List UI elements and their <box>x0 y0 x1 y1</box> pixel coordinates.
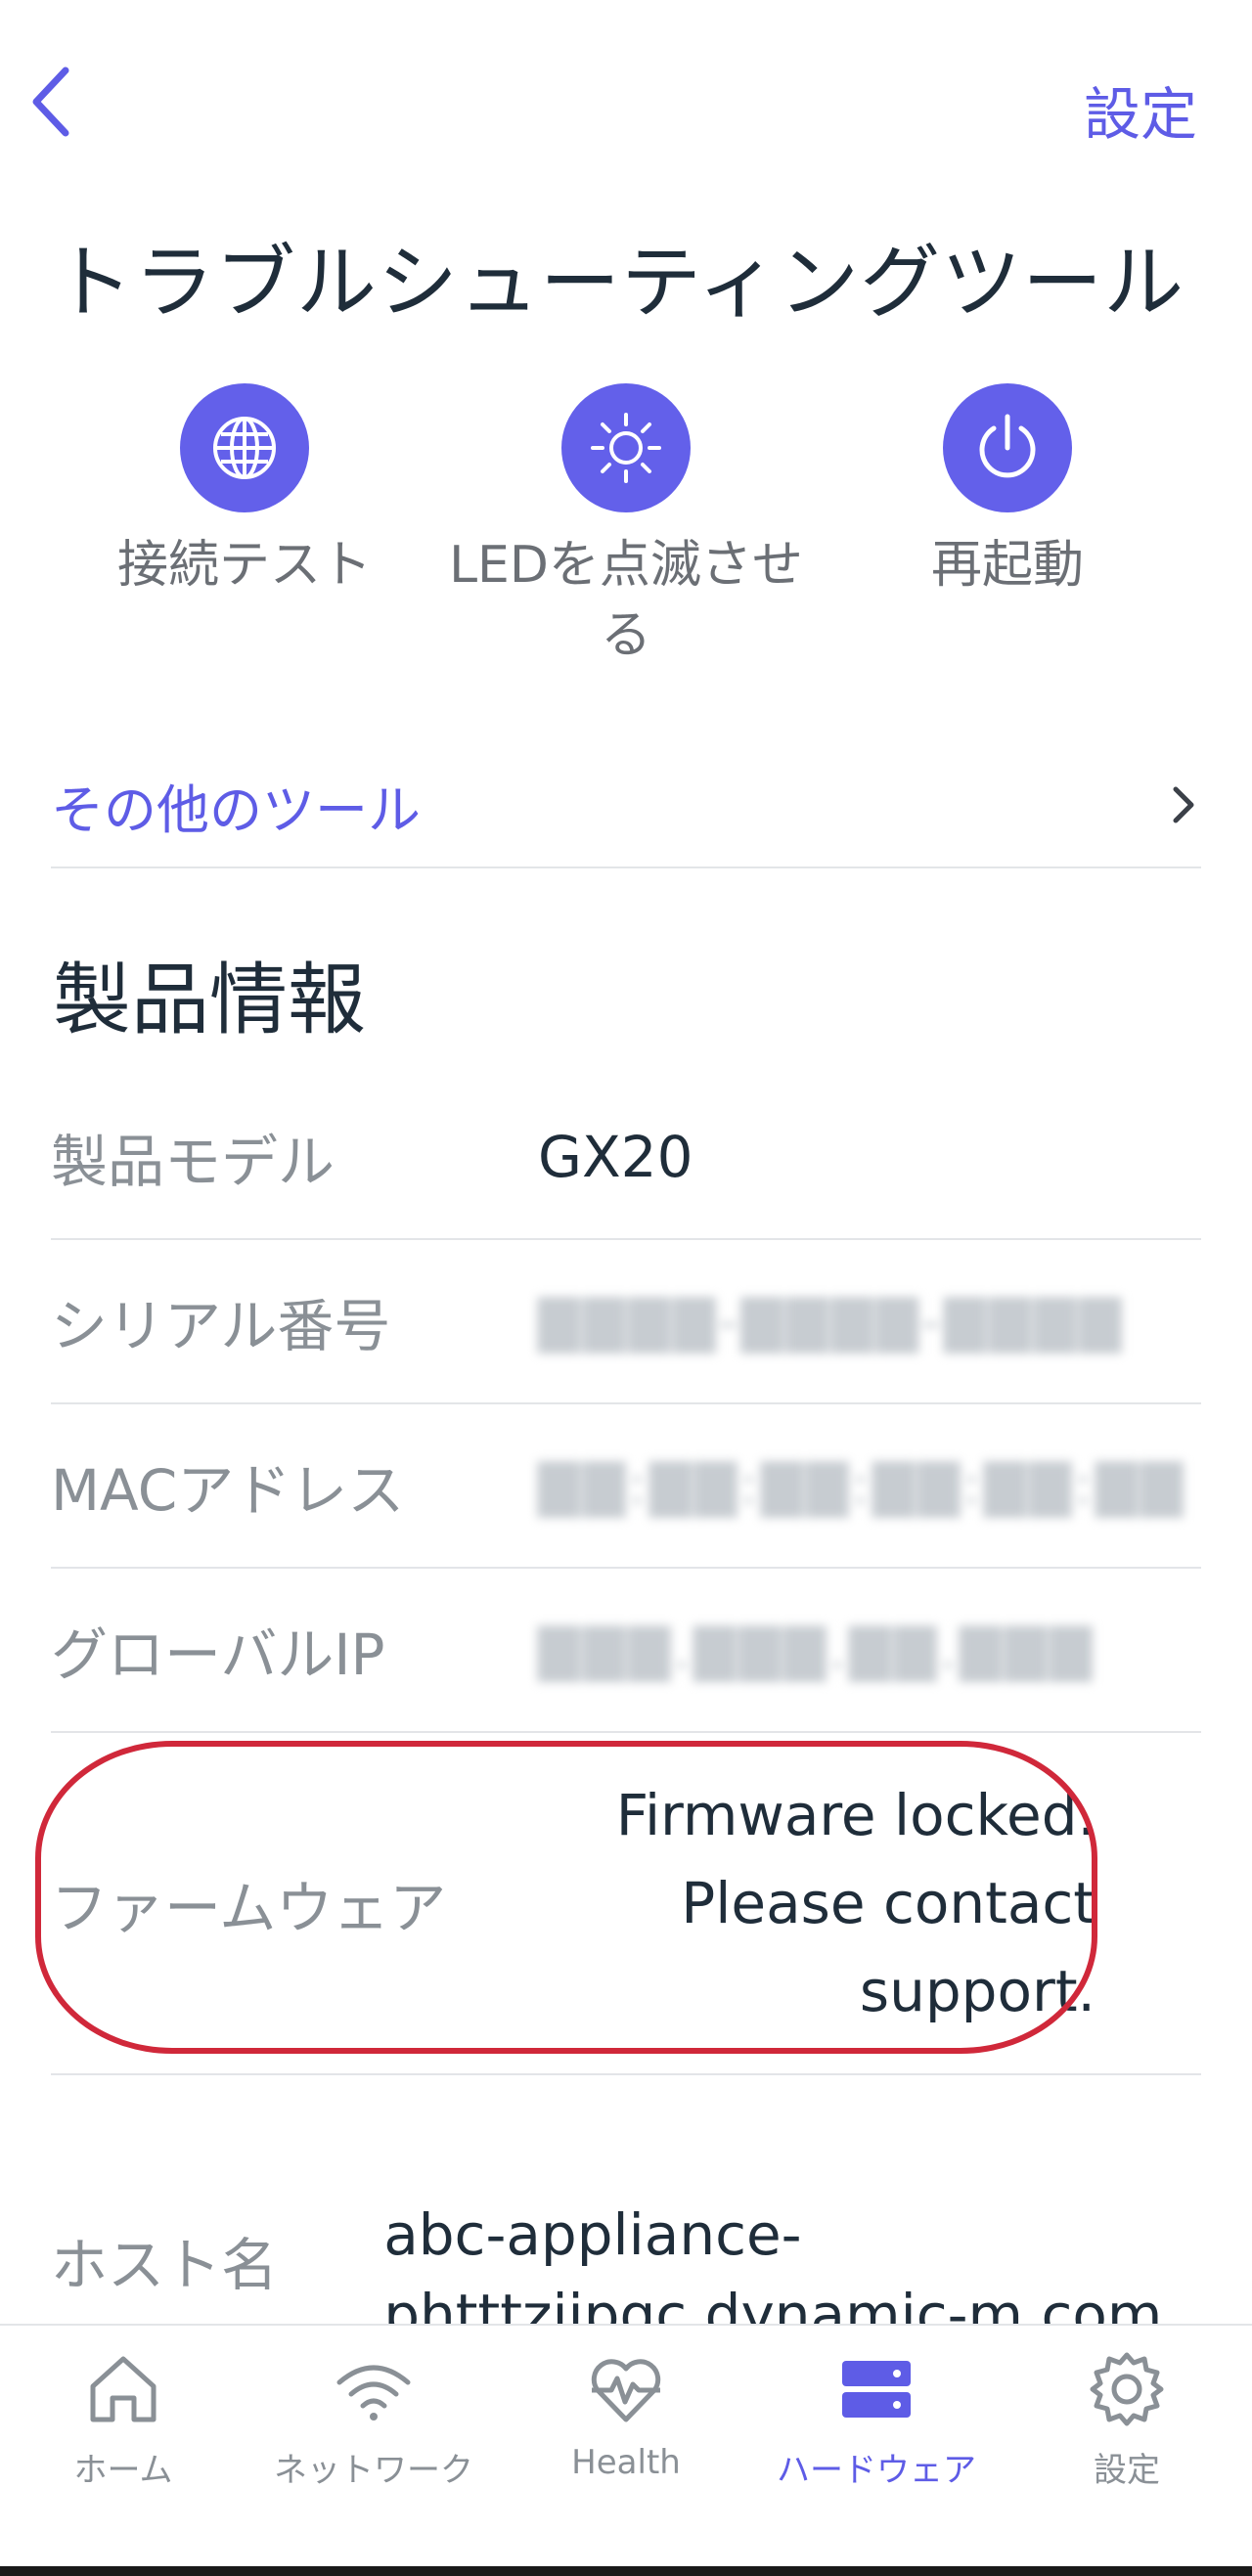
product-info-title: 製品情報 <box>53 955 366 1045</box>
chevron-left-icon <box>32 67 69 137</box>
settings-link[interactable]: 設定 <box>1084 68 1197 151</box>
page-title: トラブルシューティングツール <box>53 237 1185 330</box>
more-tools-row[interactable]: その他のツール <box>51 743 1201 868</box>
firmware-value: Firmware locked. Please contact support. <box>615 1782 1096 2024</box>
blink-led-label: LEDを点滅させる <box>449 536 803 665</box>
more-tools-label: その他のツール <box>51 778 421 841</box>
tab-home[interactable]: ホーム <box>6 2345 241 2491</box>
mac-address-key: MACアドレス <box>51 1457 405 1524</box>
troubleshooting-screen: 設定 トラブルシューティングツール 接続テスト LEDを点滅させる 再起動 その… <box>0 0 1252 2576</box>
tab-health-label: Health <box>571 2443 681 2482</box>
tab-hardware[interactable]: ハードウェア <box>759 2345 994 2491</box>
bottom-tab-bar: ホーム ネットワーク Health ハードウェア 設定 <box>0 2324 1252 2576</box>
screen-bottom-edge <box>0 2566 1252 2576</box>
home-icon <box>90 2356 156 2422</box>
tab-health[interactable]: Health <box>509 2345 743 2482</box>
back-button[interactable] <box>22 61 80 143</box>
gear-icon <box>1090 2352 1164 2426</box>
hostname-key: ホスト名 <box>51 2232 279 2298</box>
connection-test-label: 接続テスト <box>116 536 372 595</box>
tab-settings-label: 設定 <box>1094 2451 1160 2490</box>
mac-address-redacted: ▇▇:▇▇:▇▇:▇▇:▇▇:▇▇ <box>538 1453 1186 1518</box>
restart-label: 再起動 <box>930 536 1084 595</box>
tab-network[interactable]: ネットワーク <box>256 2345 491 2491</box>
restart-button[interactable]: 再起動 <box>871 383 1144 600</box>
firmware-row: ファームウェア Firmware locked. Please contact … <box>51 1733 1201 2075</box>
tab-hardware-label: ハードウェア <box>777 2451 976 2490</box>
global-ip-redacted: ▇▇▇.▇▇▇.▇▇.▇▇▇ <box>538 1618 1096 1682</box>
blink-led-button[interactable]: LEDを点滅させる <box>430 383 822 671</box>
connection-test-button[interactable]: 接続テスト <box>108 383 381 600</box>
server-icon <box>842 2361 911 2418</box>
health-heart-icon <box>591 2359 661 2422</box>
serial-number-key: シリアル番号 <box>51 1293 391 1359</box>
serial-number-row: シリアル番号 ▇▇▇▇-▇▇▇▇-▇▇▇▇ <box>51 1240 1201 1404</box>
wifi-icon <box>336 2365 411 2421</box>
product-model-value: GX20 <box>538 1124 693 1190</box>
globe-icon <box>180 383 309 512</box>
firmware-key: ファームウェア <box>51 1875 447 1941</box>
product-model-key: 製品モデル <box>51 1129 335 1195</box>
led-brightness-icon <box>561 383 691 512</box>
tab-network-label: ネットワーク <box>274 2451 473 2490</box>
global-ip-key: グローバルIP <box>51 1621 385 1688</box>
chevron-right-icon <box>1173 786 1194 823</box>
tab-settings[interactable]: 設定 <box>1009 2345 1244 2491</box>
mac-address-row: MACアドレス ▇▇:▇▇:▇▇:▇▇:▇▇:▇▇ <box>51 1404 1201 1569</box>
tab-home-label: ホーム <box>73 2451 173 2490</box>
product-model-row: 製品モデル GX20 <box>51 1076 1201 1240</box>
global-ip-row: グローバルIP ▇▇▇.▇▇▇.▇▇.▇▇▇ <box>51 1569 1201 1733</box>
power-icon <box>943 383 1072 512</box>
serial-number-redacted: ▇▇▇▇-▇▇▇▇-▇▇▇▇ <box>538 1289 1125 1354</box>
